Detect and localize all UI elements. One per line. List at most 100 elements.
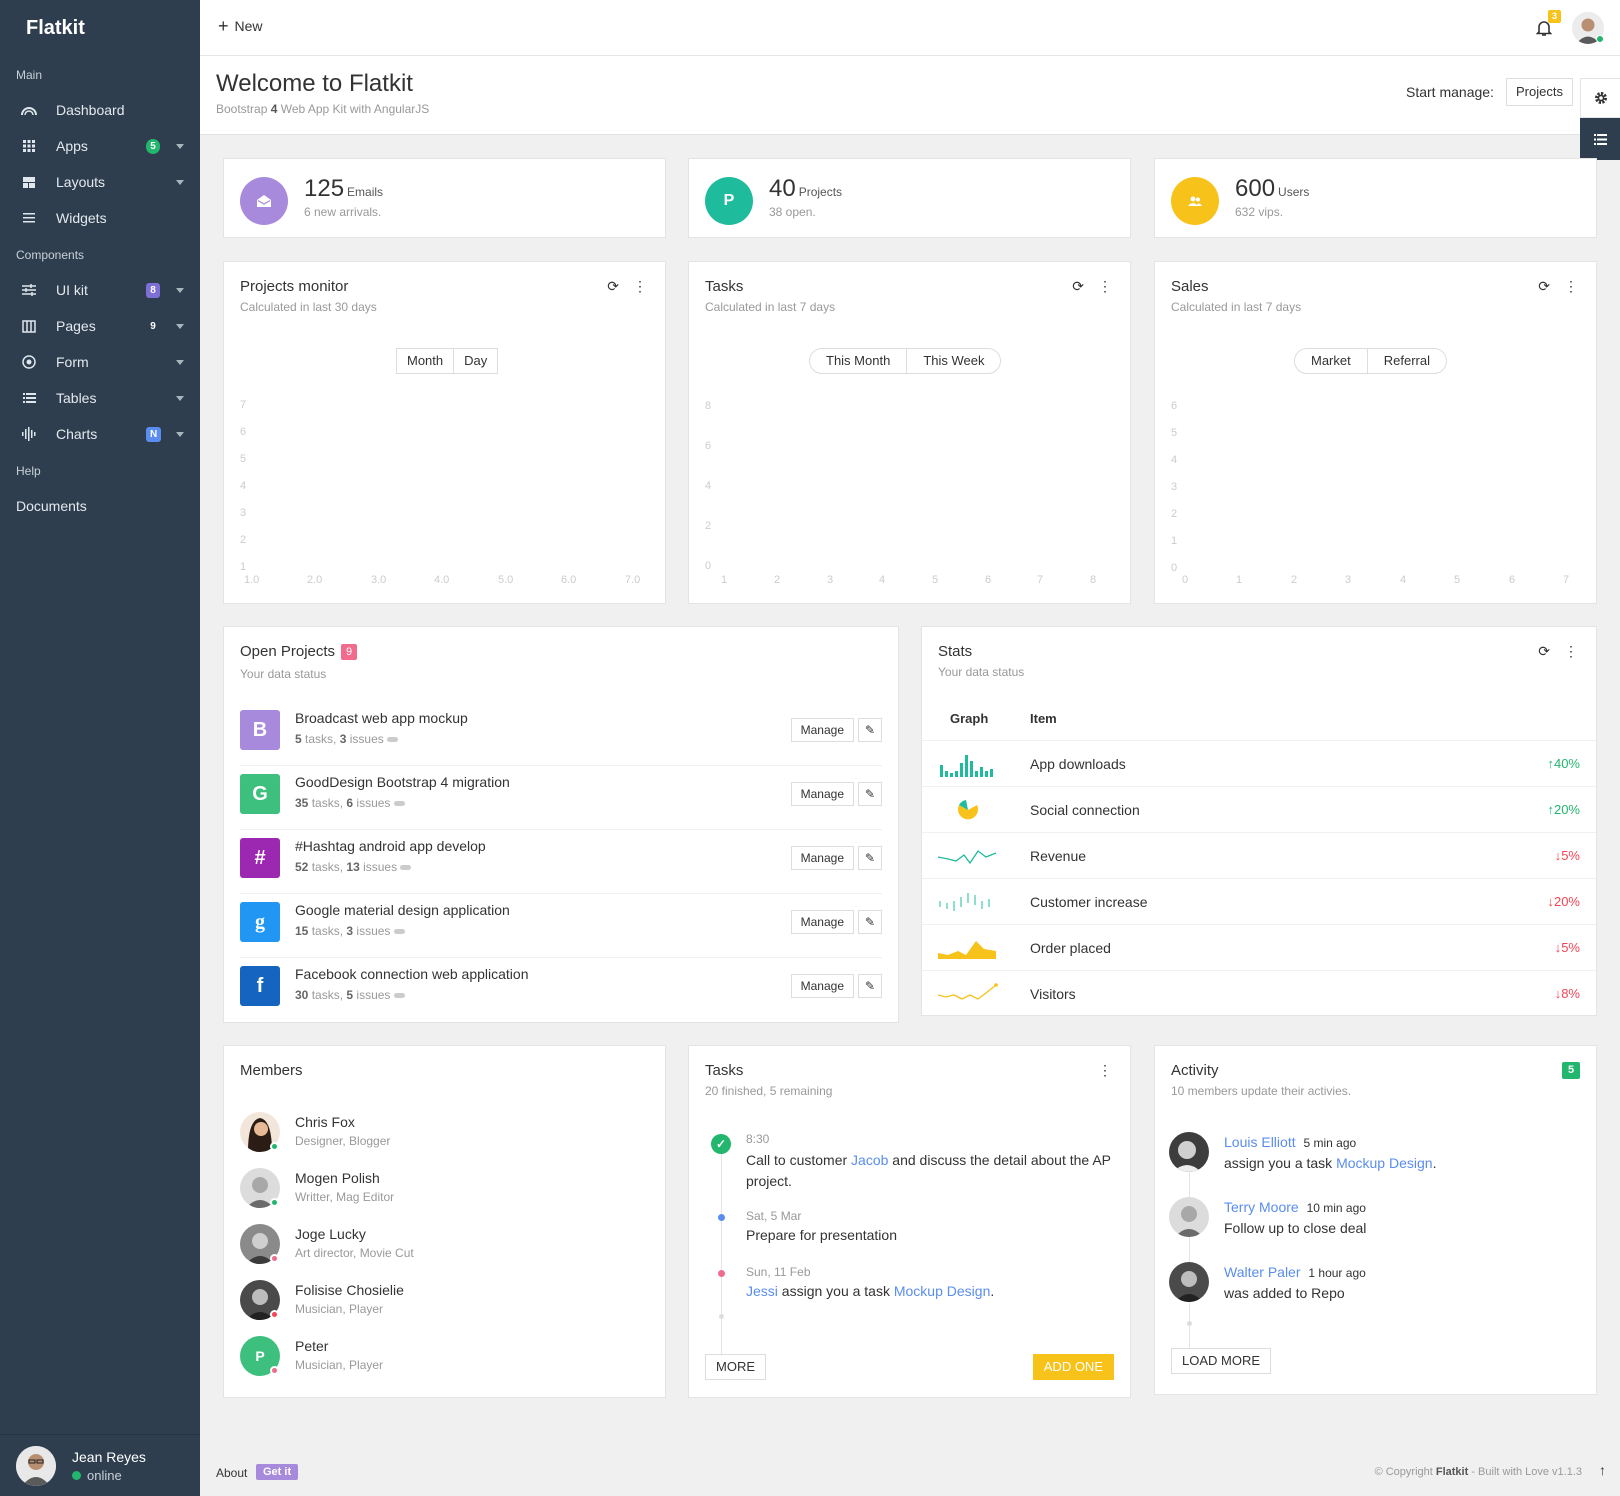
more-vertical-icon[interactable]: ⋮ [1564, 278, 1578, 295]
avatar[interactable] [1169, 1197, 1209, 1237]
open-projects-card: Open Projects 9 Your data status B Broadc… [223, 626, 899, 1023]
tab-this-month[interactable]: This Month [810, 349, 906, 373]
sidebar-item-pages[interactable]: Pages 9 [0, 308, 200, 344]
tab-market[interactable]: Market [1295, 349, 1367, 373]
member-item[interactable]: Chris Fox Designer, Blogger [240, 1112, 620, 1168]
stat-change-value: 8% [1561, 986, 1580, 1001]
sidebar-item-apps[interactable]: Apps 5 [0, 128, 200, 164]
add-one-button[interactable]: ADD ONE [1032, 1354, 1114, 1380]
refresh-icon[interactable]: ⟳ [607, 278, 619, 295]
manage-button[interactable]: Manage [790, 910, 854, 934]
user-avatar[interactable] [16, 1445, 56, 1486]
manage-button[interactable]: Manage [790, 974, 854, 998]
project-name[interactable]: Google material design application [295, 902, 510, 918]
sidebar-item-widgets[interactable]: Widgets [0, 200, 200, 236]
refresh-icon[interactable]: ⟳ [1538, 643, 1550, 660]
pencil-icon[interactable]: ✎ [858, 910, 882, 934]
task-link[interactable]: Jacob [851, 1152, 888, 1168]
project-name[interactable]: Facebook connection web application [295, 966, 529, 982]
projects-letter-avatar: P [705, 177, 753, 225]
project-name[interactable]: GoodDesign Bootstrap 4 migration [295, 774, 510, 790]
sidebar-item-ui-kit[interactable]: UI kit 8 [0, 272, 200, 308]
member-item[interactable]: P Peter Musician, Player [240, 1336, 620, 1392]
tab-month[interactable]: Month [397, 349, 453, 373]
issue-count: 6 [346, 796, 354, 810]
member-name[interactable]: Chris Fox [295, 1114, 355, 1130]
manage-button[interactable]: Manage [790, 782, 854, 806]
chevron-down-icon [176, 360, 184, 365]
sidebar-user[interactable]: Jean Reyes online [0, 1434, 200, 1496]
avatar[interactable] [1169, 1132, 1209, 1172]
more-button[interactable]: MORE [705, 1354, 766, 1380]
x-tick: 7 [1037, 574, 1044, 586]
sidebar-item-documents[interactable]: Documents [0, 488, 200, 524]
load-more-button[interactable]: LOAD MORE [1171, 1348, 1272, 1374]
new-button[interactable]: + New [218, 17, 263, 35]
back-to-top-icon[interactable]: ↑ [1599, 1462, 1606, 1478]
sidebar-item-layouts[interactable]: Layouts [0, 164, 200, 200]
get-it-badge[interactable]: Get it [256, 1464, 299, 1480]
refresh-icon[interactable]: ⟳ [1072, 278, 1084, 295]
issue-count: 5 [346, 988, 354, 1002]
activity-user-link[interactable]: Walter Paler [1224, 1264, 1301, 1280]
sidebar: Flatkit Main Dashboard Apps 5 Layouts Wi… [0, 0, 200, 1496]
tab-this-week[interactable]: This Week [906, 349, 1000, 373]
more-vertical-icon[interactable]: ⋮ [1098, 1062, 1112, 1079]
activity-user-link[interactable]: Louis Elliott [1224, 1134, 1296, 1150]
card-subtitle: 20 finished, 5 remaining [705, 1084, 833, 1098]
avatar[interactable] [1169, 1262, 1209, 1302]
pencil-icon[interactable]: ✎ [858, 846, 882, 870]
x-tick: 0 [1182, 574, 1189, 586]
member-name[interactable]: Mogen Polish [295, 1170, 380, 1186]
activity-user-link[interactable]: Terry Moore [1224, 1199, 1299, 1215]
projects-button[interactable]: Projects [1506, 78, 1573, 106]
pencil-icon[interactable]: ✎ [858, 974, 882, 998]
activity-link[interactable]: Mockup Design [1336, 1155, 1433, 1171]
copyright-part: - Built with Love v1.1.3 [1468, 1466, 1582, 1478]
member-item[interactable]: Mogen Polish Writter, Mag Editor [240, 1168, 620, 1224]
mail-icon [240, 177, 288, 225]
card-title: Members [240, 1062, 303, 1079]
sliders-icon [20, 281, 38, 299]
tab-day[interactable]: Day [453, 349, 497, 373]
more-vertical-icon[interactable]: ⋮ [1564, 643, 1578, 660]
chart-card-projects-monitor: Projects monitor Calculated in last 30 d… [223, 261, 666, 604]
notifications-button[interactable]: 3 [1536, 10, 1561, 38]
member-item[interactable]: Folisise Chosielie Musician, Player [240, 1280, 620, 1336]
sidebar-item-tables[interactable]: Tables [0, 380, 200, 416]
manage-button[interactable]: Manage [790, 718, 854, 742]
brand-logo[interactable]: Flatkit [0, 0, 200, 56]
more-vertical-icon[interactable]: ⋮ [1098, 278, 1112, 295]
sidebar-item-charts[interactable]: Charts N [0, 416, 200, 452]
users-icon [1171, 177, 1219, 225]
about-link[interactable]: About [216, 1466, 247, 1480]
pencil-icon[interactable]: ✎ [858, 718, 882, 742]
list-view-button[interactable] [1580, 118, 1620, 160]
task-link[interactable]: Jessi [746, 1283, 778, 1299]
period-toggle: This Month This Week [809, 348, 1002, 374]
member-item[interactable]: Joge Lucky Art director, Movie Cut [240, 1224, 620, 1280]
timeline-dot [718, 1270, 725, 1277]
project-name[interactable]: Broadcast web app mockup [295, 710, 468, 726]
member-name[interactable]: Folisise Chosielie [295, 1282, 404, 1298]
card-tools: ⟳ ⋮ [1538, 643, 1578, 660]
member-name[interactable]: Joge Lucky [295, 1226, 366, 1242]
card-subtitle: Calculated in last 7 days [1171, 300, 1302, 314]
pencil-icon[interactable]: ✎ [858, 782, 882, 806]
sidebar-item-dashboard[interactable]: Dashboard [0, 92, 200, 128]
tab-referral[interactable]: Referral [1366, 349, 1446, 373]
y-tick: 4 [705, 480, 712, 492]
refresh-icon[interactable]: ⟳ [1538, 278, 1550, 295]
member-name[interactable]: Peter [295, 1338, 328, 1354]
manage-button[interactable]: Manage [790, 846, 854, 870]
project-name[interactable]: #Hashtag android app develop [295, 838, 486, 854]
tasks-word: tasks, [311, 924, 344, 938]
settings-button[interactable] [1580, 78, 1620, 118]
y-tick: 6 [1171, 400, 1178, 412]
activity-time: 10 min ago [1306, 1201, 1366, 1215]
sidebar-item-form[interactable]: Form [0, 344, 200, 380]
activity-head: Louis Elliott 5 min ago [1224, 1134, 1356, 1150]
x-tick: 1.0 [244, 574, 260, 586]
more-vertical-icon[interactable]: ⋮ [633, 278, 647, 295]
task-link[interactable]: Mockup Design [894, 1283, 991, 1299]
